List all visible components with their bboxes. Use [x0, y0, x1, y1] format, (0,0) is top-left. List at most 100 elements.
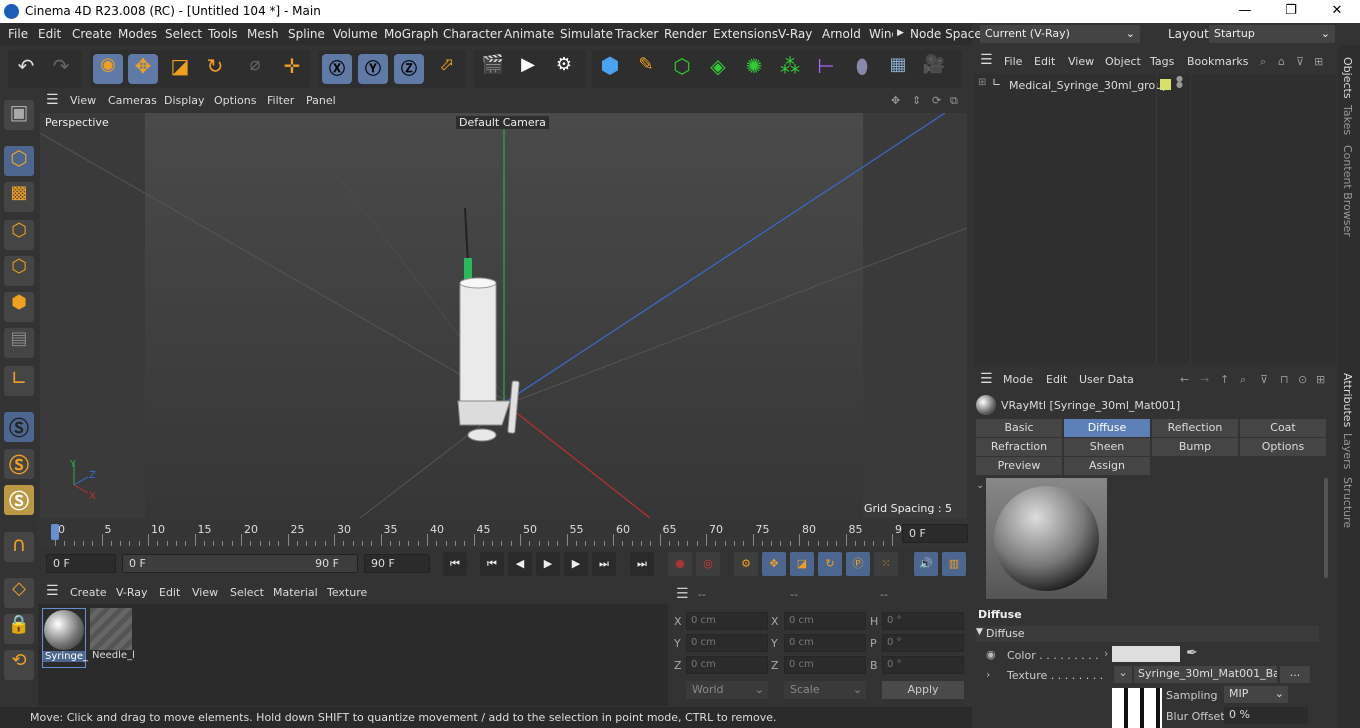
tab-basic[interactable]: Basic: [976, 419, 1062, 437]
up-arrow-icon[interactable]: ↑: [1220, 373, 1229, 386]
select-tool-icon[interactable]: ◉: [93, 54, 123, 84]
workplane-rotate-icon[interactable]: ⟲: [4, 650, 34, 680]
menu-select[interactable]: Select: [165, 27, 202, 41]
menu-edit[interactable]: Edit: [38, 27, 61, 41]
expand-icon[interactable]: ⊞: [978, 77, 986, 88]
attribute-scrollbar[interactable]: [1324, 478, 1328, 578]
viewport-menu-view[interactable]: View: [70, 94, 96, 107]
tab-layers[interactable]: Layers: [1341, 433, 1354, 469]
menu-mograph[interactable]: MoGraph: [384, 27, 439, 41]
hamburger-icon[interactable]: ☰: [46, 92, 59, 108]
new-panel-icon[interactable]: ⊞: [1314, 55, 1323, 68]
attribute-menu-user-data[interactable]: User Data: [1079, 373, 1134, 386]
frame-range-slider[interactable]: 0 F 90 F: [122, 554, 358, 573]
subsection-header[interactable]: Diffuse ▼: [976, 626, 1319, 642]
undo-icon[interactable]: ↶: [11, 54, 41, 84]
eyedropper-icon[interactable]: ✒: [1186, 645, 1198, 661]
camera-icon[interactable]: 🎥: [919, 54, 949, 84]
tab-content-browser[interactable]: Content Browser: [1341, 145, 1354, 237]
workplane-icon[interactable]: ◇: [4, 578, 34, 608]
recent-tool-icon[interactable]: ⌀: [240, 54, 270, 84]
lock-workplane-icon[interactable]: 🔒: [4, 614, 34, 644]
magnet-icon[interactable]: ∩: [4, 532, 34, 562]
rotation-h-field[interactable]: 0 °: [882, 612, 964, 630]
material-menu-view[interactable]: View: [192, 586, 218, 599]
material-menu-material[interactable]: Material: [273, 586, 318, 599]
keyframe-selection-icon[interactable]: ⚙: [734, 552, 758, 576]
floor-icon[interactable]: ▦: [883, 54, 913, 84]
chevron-right-icon[interactable]: ›: [986, 668, 990, 681]
menu-modes[interactable]: Modes: [118, 27, 157, 41]
layer-color-swatch[interactable]: [1160, 79, 1171, 90]
object-menu-bookmarks[interactable]: Bookmarks: [1187, 55, 1248, 68]
size-z-field[interactable]: 0 cm: [784, 656, 866, 674]
material-menu-select[interactable]: Select: [230, 586, 264, 599]
hamburger-icon[interactable]: ☰: [980, 52, 993, 68]
tab-structure[interactable]: Structure: [1341, 477, 1354, 528]
menu-mesh[interactable]: Mesh: [247, 27, 279, 41]
menu-character[interactable]: Character: [443, 27, 502, 41]
tab-attributes[interactable]: Attributes: [1341, 373, 1354, 427]
filter-icon[interactable]: ⊽: [1296, 55, 1304, 68]
attribute-menu-mode[interactable]: Mode: [1003, 373, 1033, 386]
tab-bump[interactable]: Bump: [1152, 438, 1238, 456]
viewport-menu-cameras[interactable]: Cameras: [108, 94, 157, 107]
key-parameter-icon[interactable]: Ⓟ: [846, 552, 870, 576]
menu-window[interactable]: Wind: [869, 27, 893, 41]
rotation-p-field[interactable]: 0 °: [882, 634, 964, 652]
menu-simulate[interactable]: Simulate: [560, 27, 613, 41]
end-frame-field[interactable]: 90 F: [364, 554, 430, 573]
hamburger-icon[interactable]: ☰: [980, 371, 993, 387]
film-icon[interactable]: ▥: [942, 552, 966, 576]
viewport-menu-panel[interactable]: Panel: [306, 94, 336, 107]
object-name[interactable]: Medical_Syringe_30ml_group: [1009, 79, 1169, 92]
extrude-icon[interactable]: ◈: [703, 54, 733, 84]
tab-sheen[interactable]: Sheen: [1064, 438, 1150, 456]
cube-icon[interactable]: ⬢: [595, 54, 625, 84]
snap-icon[interactable]: Ⓢ: [4, 412, 34, 442]
subdivision-icon[interactable]: ⬡: [667, 54, 697, 84]
texture-more-button[interactable]: ...: [1280, 666, 1310, 683]
forward-arrow-icon[interactable]: →: [1200, 373, 1209, 386]
search-icon[interactable]: ⌕: [1240, 373, 1246, 387]
hamburger-icon[interactable]: ☰: [676, 586, 689, 602]
material-menu-texture[interactable]: Texture: [327, 586, 367, 599]
home-icon[interactable]: ⌂: [1278, 55, 1285, 68]
key-pla-icon[interactable]: ⁙: [874, 552, 898, 576]
pan-icon[interactable]: ✥: [891, 94, 900, 107]
material-menu-edit[interactable]: Edit: [159, 586, 180, 599]
new-panel-icon[interactable]: ⊞: [1316, 373, 1325, 386]
viewport-menu-options[interactable]: Options: [214, 94, 256, 107]
collapse-icon[interactable]: ⌄: [976, 480, 984, 491]
object-menu-edit[interactable]: Edit: [1034, 55, 1055, 68]
list-item[interactable]: ⊞ ∟ Medical_Syringe_30ml_group ● ●: [974, 74, 1336, 94]
object-menu-view[interactable]: View: [1068, 55, 1094, 68]
key-position-icon[interactable]: ✥: [762, 552, 786, 576]
radio-icon[interactable]: ◉: [986, 648, 996, 661]
autokey-icon[interactable]: ◎: [696, 552, 720, 576]
make-editable-icon[interactable]: ▣: [4, 100, 34, 130]
blur-offset-field[interactable]: 0 %: [1224, 707, 1308, 724]
deformer-icon[interactable]: ⊢: [811, 54, 841, 84]
key-scale-icon[interactable]: ◪: [790, 552, 814, 576]
size-y-field[interactable]: 0 cm: [784, 634, 866, 652]
position-x-field[interactable]: 0 cm: [686, 612, 768, 630]
tab-preview-settings[interactable]: Preview Settings: [976, 457, 1062, 490]
edge-mode-icon[interactable]: ⬡: [4, 256, 34, 286]
next-key-icon[interactable]: ⏭: [592, 552, 616, 576]
previous-frame-icon[interactable]: ◀: [508, 552, 532, 576]
render-view-icon[interactable]: 🎬: [478, 54, 508, 84]
tab-takes[interactable]: Takes: [1341, 105, 1354, 135]
y-axis-icon[interactable]: Ⓨ: [358, 54, 388, 84]
record-keys-icon[interactable]: ●: [668, 552, 692, 576]
lock-icon[interactable]: ⊓: [1280, 373, 1289, 386]
dolly-icon[interactable]: ⇕: [912, 94, 921, 107]
key-rotation-icon[interactable]: ↻: [818, 552, 842, 576]
object-menu-file[interactable]: File: [1004, 55, 1022, 68]
tab-options[interactable]: Options: [1240, 438, 1326, 456]
tab-objects[interactable]: Objects: [1341, 57, 1354, 99]
apply-button[interactable]: Apply: [882, 681, 964, 699]
render-picture-viewer-icon[interactable]: ▶: [513, 54, 543, 84]
axis-mode-icon[interactable]: ∟: [4, 366, 34, 396]
scale-select[interactable]: Scale ⌄: [784, 681, 866, 699]
